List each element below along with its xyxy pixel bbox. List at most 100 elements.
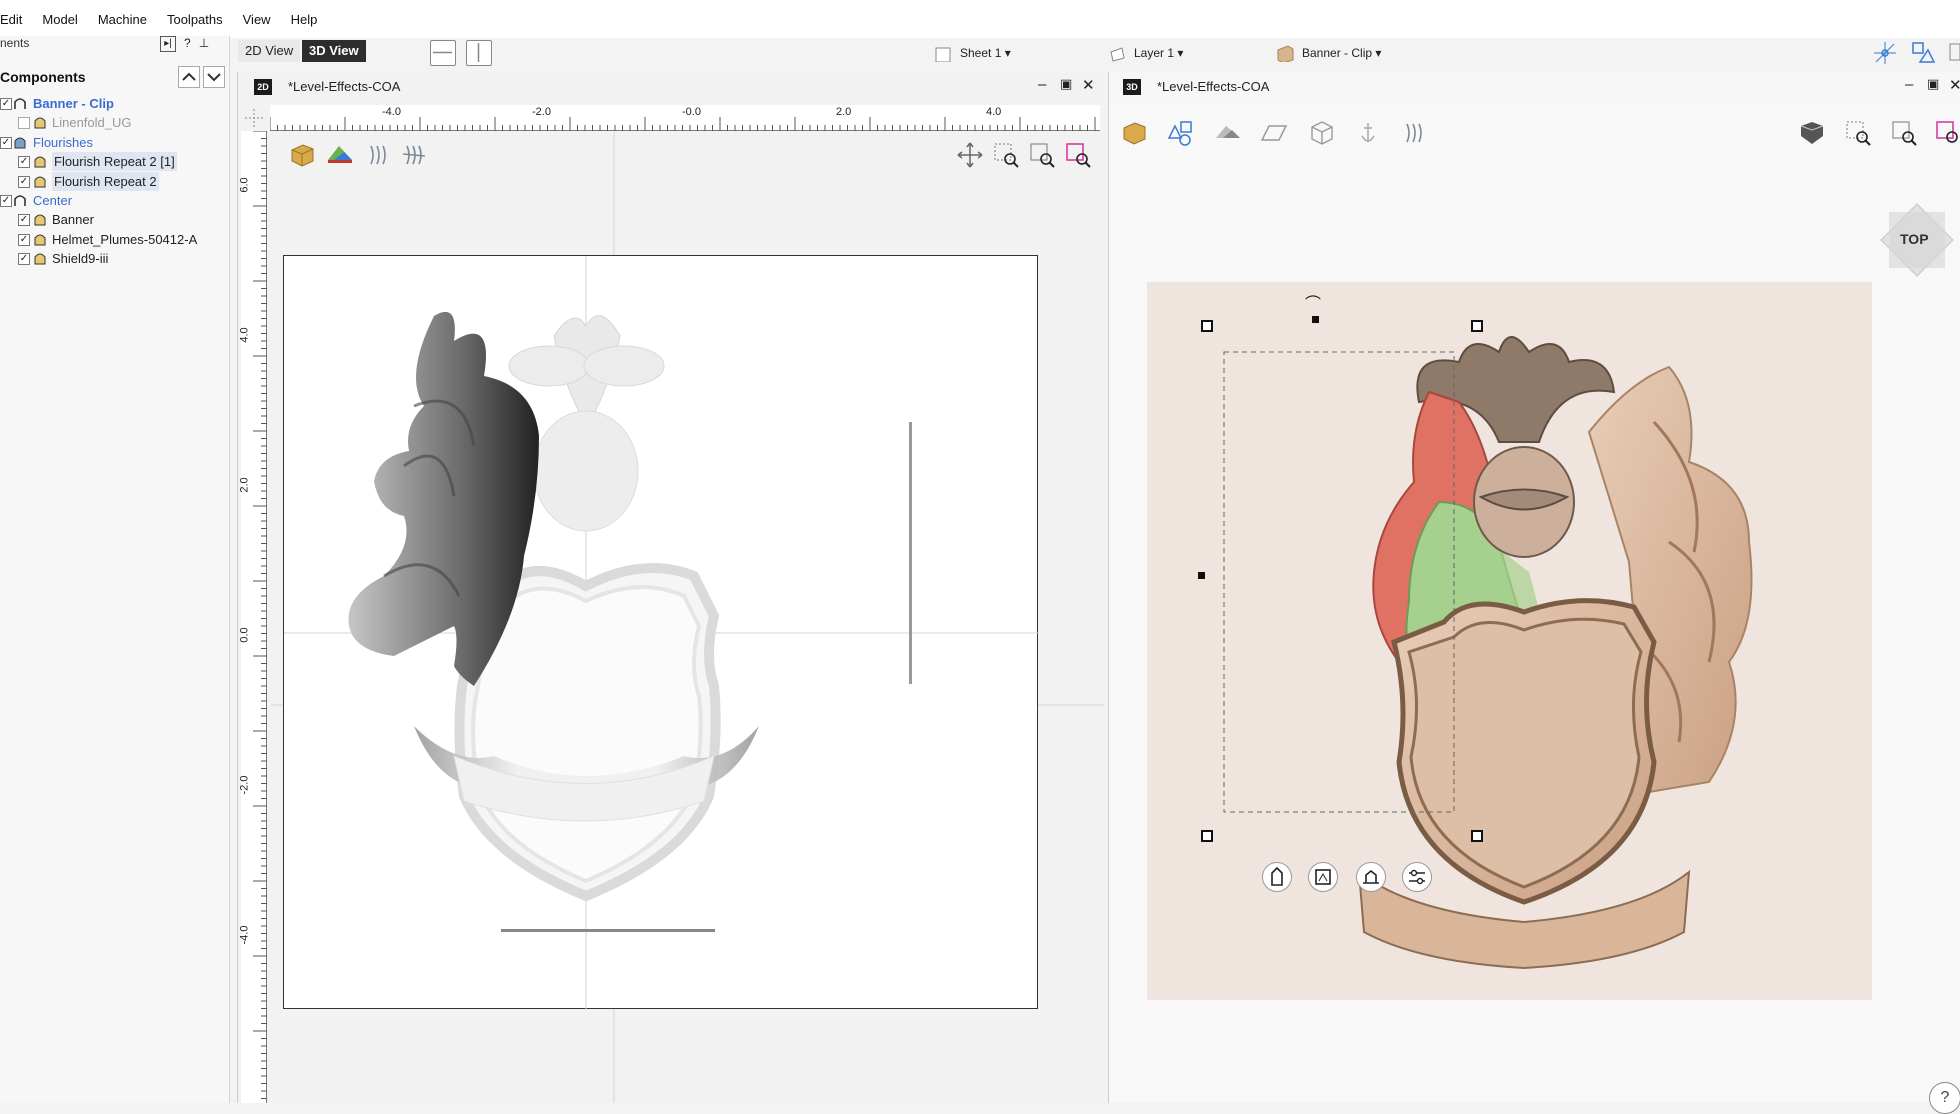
- horizontal-scrollbar[interactable]: [501, 929, 715, 932]
- layer-dropdown[interactable]: Layer 1 ▾: [1108, 42, 1183, 64]
- maximize-icon[interactable]: ▣: [1060, 76, 1072, 92]
- 3d-canvas[interactable]: TOP ⌒ ?: [1109, 102, 1960, 1114]
- properties-tool-button[interactable]: [1402, 862, 1432, 892]
- ruler-label: -4.0: [238, 925, 251, 945]
- close-icon[interactable]: ✕: [1949, 76, 1960, 94]
- move-down-button[interactable]: [203, 66, 225, 88]
- 2d-view-title: *Level-Effects-COA: [288, 79, 401, 94]
- menu-machine[interactable]: Machine: [88, 12, 157, 27]
- vertical-ruler: 6.0 4.0 2.0 0.0 -2.0 -4.0: [238, 131, 267, 1103]
- layout-vertical-split-icon[interactable]: [466, 40, 492, 66]
- sculpt-tool-button[interactable]: [1262, 862, 1292, 892]
- tree-item-label: Helmet_Plumes-50412-A: [52, 231, 198, 247]
- sheet-icon: [935, 47, 951, 62]
- menu-help[interactable]: Help: [281, 12, 328, 27]
- tree-item[interactable]: ✓ Flourish Repeat 2: [0, 171, 230, 191]
- components-title: Components: [0, 69, 86, 85]
- ruler-label: 4.0: [986, 106, 1002, 118]
- group-icon: [14, 137, 26, 149]
- tree-item-label: Center: [33, 192, 73, 208]
- 2d-canvas[interactable]: [271, 132, 1104, 1103]
- visibility-checkbox[interactable]: ✓: [18, 233, 30, 246]
- pin-right-icon[interactable]: ▸|: [160, 36, 176, 52]
- menu-edit[interactable]: Edit: [0, 12, 32, 27]
- visibility-checkbox[interactable]: ✓: [0, 98, 12, 110]
- tree-item-label: Flourish Repeat 2: [52, 171, 159, 191]
- maximize-icon[interactable]: ▣: [1927, 76, 1939, 92]
- chevron-down-icon: [207, 73, 221, 82]
- resize-handle[interactable]: [1471, 320, 1483, 332]
- tree-item[interactable]: Linenfold_UG: [0, 113, 230, 132]
- tree-item-label: Flourish Repeat 2 [1]: [52, 152, 177, 172]
- 3d-badge: 3D: [1123, 79, 1141, 95]
- tree-item-group[interactable]: ✓ Center: [0, 191, 230, 210]
- tree-item-group[interactable]: ✓ Flourishes: [0, 133, 230, 152]
- resize-handle[interactable]: [1471, 830, 1483, 842]
- 3d-view-window: 3D *Level-Effects-COA – ▣ ✕ TOP ⌒ ?: [1108, 72, 1960, 1114]
- menu-view[interactable]: View: [233, 12, 281, 27]
- coat-of-arms-relief-grayscale: [284, 256, 1039, 1010]
- tree-item[interactable]: ✓ Banner: [0, 210, 230, 229]
- sheet-label: Sheet 1: [960, 46, 1002, 60]
- component-icon: [34, 253, 46, 265]
- vertical-scrollbar[interactable]: [909, 422, 912, 684]
- move-handle[interactable]: [1198, 572, 1205, 579]
- visibility-checkbox[interactable]: ✓: [18, 253, 30, 266]
- ruler-label: -0.0: [682, 106, 701, 118]
- move-handle[interactable]: [1312, 316, 1319, 323]
- visibility-checkbox[interactable]: ✓: [0, 136, 12, 149]
- group-icon: [14, 195, 26, 206]
- layer-label: Layer 1: [1134, 46, 1175, 60]
- close-icon[interactable]: ✕: [1082, 76, 1095, 94]
- visibility-checkbox[interactable]: ✓: [18, 214, 30, 227]
- ruler-label: 6.0: [238, 177, 251, 193]
- 3d-view-button[interactable]: 3D View: [302, 40, 366, 62]
- minimize-icon[interactable]: –: [1905, 76, 1913, 93]
- 2d-badge: 2D: [254, 79, 272, 95]
- component-icon: [34, 156, 46, 168]
- ruler-label: -2.0: [532, 106, 551, 118]
- tree-item-label: Linenfold_UG: [52, 115, 132, 131]
- rotate-handle-icon[interactable]: ⌒: [1305, 290, 1321, 314]
- visibility-checkbox[interactable]: [18, 117, 30, 130]
- 3d-view-title: *Level-Effects-COA: [1157, 79, 1270, 94]
- 2d-view-titlebar: 2D *Level-Effects-COA – ▣ ✕: [238, 72, 1103, 102]
- coat-of-arms-3d-model: [1223, 336, 1753, 970]
- components-panel: nents ▸| ? ⊥ Components ✓ Banner - Clip …: [0, 36, 230, 1103]
- ruler-origin-icon[interactable]: [242, 106, 266, 130]
- minimize-icon[interactable]: –: [1038, 76, 1046, 93]
- component-icon: [34, 117, 46, 129]
- tree-item-group[interactable]: ✓ Banner - Clip: [0, 94, 230, 113]
- panel-icon[interactable]: [1948, 40, 1960, 69]
- tree-item[interactable]: ✓ Flourish Repeat 2 [1]: [0, 152, 230, 172]
- components-header: Components: [0, 64, 230, 92]
- menu-toolpaths[interactable]: Toolpaths: [157, 12, 233, 27]
- 3d-view-titlebar: 3D *Level-Effects-COA – ▣ ✕: [1109, 72, 1960, 102]
- sheet-dropdown[interactable]: Sheet 1 ▾: [934, 42, 1011, 64]
- component-label: Banner - Clip: [1302, 46, 1373, 60]
- ruler-label: 4.0: [238, 327, 251, 343]
- visibility-checkbox[interactable]: ✓: [0, 194, 12, 207]
- 2d-view-button[interactable]: 2D View: [238, 40, 301, 62]
- help-button[interactable]: ?: [1929, 1082, 1960, 1114]
- tree-item-label: Banner - Clip: [33, 96, 114, 111]
- component-icon: [34, 176, 46, 188]
- tree-item[interactable]: ✓ Shield9-iii: [0, 249, 230, 268]
- visibility-checkbox[interactable]: ✓: [18, 156, 30, 169]
- job-sheet[interactable]: [283, 255, 1039, 1010]
- resize-handle[interactable]: [1201, 830, 1213, 842]
- visibility-checkbox[interactable]: ✓: [18, 175, 30, 188]
- bake-tool-button[interactable]: [1308, 862, 1338, 892]
- component-dropdown[interactable]: Banner - Clip ▾: [1276, 42, 1381, 64]
- layout-horizontal-split-icon[interactable]: [430, 40, 456, 66]
- tree-item[interactable]: ✓ Helmet_Plumes-50412-A: [0, 230, 230, 249]
- help-icon[interactable]: ?: [184, 36, 191, 54]
- chevron-up-icon: [182, 72, 196, 81]
- snap-icon[interactable]: [1872, 40, 1898, 69]
- move-up-button[interactable]: [178, 66, 200, 88]
- resize-handle[interactable]: [1201, 320, 1213, 332]
- menu-model[interactable]: Model: [32, 12, 87, 27]
- pin-icon[interactable]: ⊥: [199, 36, 209, 54]
- flatten-tool-button[interactable]: [1356, 862, 1386, 892]
- transform-icon[interactable]: [1910, 40, 1936, 69]
